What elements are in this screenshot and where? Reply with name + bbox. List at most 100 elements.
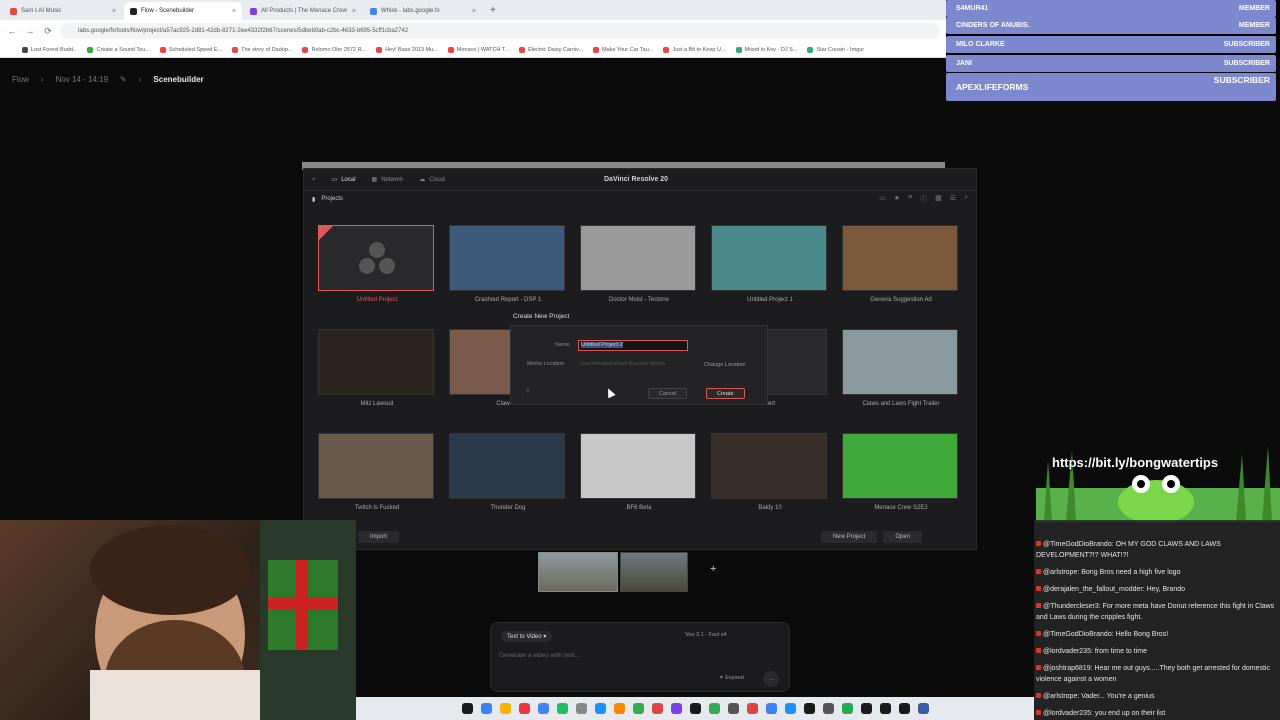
bookmark-item[interactable]: Lost Forest Budd... (22, 46, 77, 53)
project-thumbnail[interactable] (842, 433, 958, 499)
model-settings[interactable]: Veo 3.1 - Fast x4 (685, 632, 727, 638)
app-icon[interactable] (480, 703, 492, 714)
browser-tab[interactable]: Whisk - labs.google.fx × (364, 2, 482, 20)
project-thumbnail[interactable] (318, 329, 434, 395)
breadcrumb-date[interactable]: Nov 14 - 14:19 (56, 75, 108, 84)
star-icon[interactable]: ★ (894, 194, 900, 204)
project-thumbnail[interactable] (580, 225, 696, 291)
url-field[interactable]: labs.google/fx/tools/flow/project/a57ac9… (60, 23, 940, 39)
project-card[interactable]: Untitled Project 1 (711, 225, 829, 303)
edit-icon[interactable]: ✎ (120, 75, 127, 84)
scene-clip[interactable] (620, 552, 688, 592)
project-card[interactable]: Geneva Suggestion Ad (842, 225, 960, 303)
close-icon[interactable]: × (312, 177, 316, 183)
info-icon[interactable]: ⓘ (920, 194, 927, 204)
bookmark-item[interactable]: Scheduled Speed E... (159, 46, 222, 53)
folder-icon[interactable]: ▭ (879, 194, 886, 204)
change-location-button[interactable]: Change Location (694, 360, 756, 371)
app-icon[interactable] (575, 703, 587, 714)
project-thumbnail[interactable] (842, 329, 958, 395)
close-tab-icon[interactable]: × (112, 8, 116, 15)
project-card[interactable]: BF6 Beta (580, 433, 698, 511)
project-thumbnail[interactable] (449, 433, 565, 499)
app-icon[interactable] (651, 703, 663, 714)
grid-view-icon[interactable]: ▦ (935, 194, 942, 204)
project-card[interactable]: Milz Lawsuit (318, 329, 436, 407)
app-icon[interactable] (841, 703, 853, 714)
tab-network[interactable]: ▦ Network (372, 176, 404, 184)
app-icon[interactable] (879, 703, 891, 714)
new-project-button[interactable]: New Project (820, 531, 878, 543)
sidebar-icon[interactable]: ▮ (312, 196, 315, 203)
cancel-button[interactable]: Cancel (648, 388, 688, 399)
add-scene-icon[interactable]: + (710, 563, 716, 575)
list-view-icon[interactable]: ☰ (950, 194, 956, 204)
bookmark-item[interactable]: Rolomo Oler 2572 R... (302, 46, 366, 53)
app-icon[interactable] (822, 703, 834, 714)
project-card[interactable]: Baldy 10 (711, 433, 829, 511)
new-tab-icon[interactable]: + (484, 2, 502, 20)
tab-cloud[interactable]: ☁ Cloud (419, 176, 445, 184)
mode-select[interactable]: Text to Video ▾ (501, 631, 553, 642)
project-thumbnail[interactable] (711, 433, 827, 499)
project-thumbnail[interactable] (318, 225, 434, 291)
bookmark-item[interactable]: Star Cousin - Imgur (807, 46, 864, 53)
search-icon[interactable]: ⌕ (964, 194, 968, 204)
bookmark-item[interactable]: Mixed in Key - DJ S... (735, 46, 797, 53)
app-icon[interactable] (632, 703, 644, 714)
project-card[interactable]: Claws and Laws Fight Trailer (842, 329, 960, 407)
project-thumbnail[interactable] (711, 225, 827, 291)
back-icon[interactable]: ← (6, 26, 18, 36)
close-tab-icon[interactable]: × (472, 8, 476, 15)
open-button[interactable]: Open (883, 531, 922, 543)
app-icon[interactable] (917, 703, 929, 714)
breadcrumb-flow[interactable]: Flow (12, 75, 29, 84)
tab-local[interactable]: ▭ Local (332, 176, 356, 184)
app-icon[interactable] (708, 703, 720, 714)
bookmark-item[interactable]: Make Your Car Tau... (593, 46, 653, 53)
project-thumbnail[interactable] (842, 225, 958, 291)
project-thumbnail[interactable] (449, 225, 565, 291)
app-icon[interactable] (689, 703, 701, 714)
project-card[interactable]: Menace Crew S2E2 (842, 433, 960, 511)
project-thumbnail[interactable] (580, 433, 696, 499)
app-icon[interactable] (594, 703, 606, 714)
app-icon[interactable] (765, 703, 777, 714)
project-thumbnail[interactable] (318, 433, 434, 499)
app-icon[interactable] (461, 703, 473, 714)
app-icon[interactable] (537, 703, 549, 714)
bookmark-item[interactable]: Electric Daisy Carniv... (519, 46, 583, 53)
send-arrow-icon[interactable]: → (763, 671, 779, 687)
app-icon[interactable] (613, 703, 625, 714)
project-card[interactable]: Thunder Dog (449, 433, 567, 511)
scene-clip[interactable] (538, 552, 618, 592)
forward-icon[interactable]: → (24, 26, 36, 36)
bookmark-item[interactable]: Hey! Bass 2013 Mu... (376, 46, 438, 53)
project-card[interactable]: Doctor Moist - Tectone (580, 225, 698, 303)
app-icon[interactable] (670, 703, 682, 714)
project-card[interactable]: Untitled Project (318, 225, 436, 303)
close-tab-icon[interactable]: × (352, 8, 356, 15)
app-icon[interactable] (727, 703, 739, 714)
browser-tab[interactable]: All Products | The Menace Crew × (244, 2, 362, 20)
app-icon[interactable] (784, 703, 796, 714)
stream-link[interactable]: https://bit.ly/bongwatertips (1052, 455, 1218, 470)
expand-button[interactable]: ✦ Expand (719, 675, 744, 681)
app-icon[interactable] (860, 703, 872, 714)
sort-icon[interactable]: ≡ (908, 194, 912, 204)
browser-tab[interactable]: Sam I.AI Music × (4, 2, 122, 20)
help-icon[interactable]: ? (526, 389, 529, 395)
app-icon[interactable] (499, 703, 511, 714)
reload-icon[interactable]: ⟳ (42, 26, 54, 37)
project-name-input[interactable]: Untitled Project 2 (578, 340, 688, 351)
bookmark-item[interactable]: Create a Sound Tou... (87, 46, 150, 53)
app-icon[interactable] (898, 703, 910, 714)
bookmark-item[interactable]: Just a Bit to Keep U... (663, 46, 726, 53)
prompt-input[interactable]: Generate a video with text... (499, 652, 580, 659)
import-button[interactable]: Import (358, 531, 400, 543)
browser-tab[interactable]: Flow - Scenebuilder × (124, 2, 242, 20)
close-tab-icon[interactable]: × (232, 8, 236, 15)
bookmark-item[interactable]: Menace | WATCH T... (447, 46, 509, 53)
app-icon[interactable] (746, 703, 758, 714)
project-card[interactable]: Crashout Report - DSP 1 (449, 225, 567, 303)
